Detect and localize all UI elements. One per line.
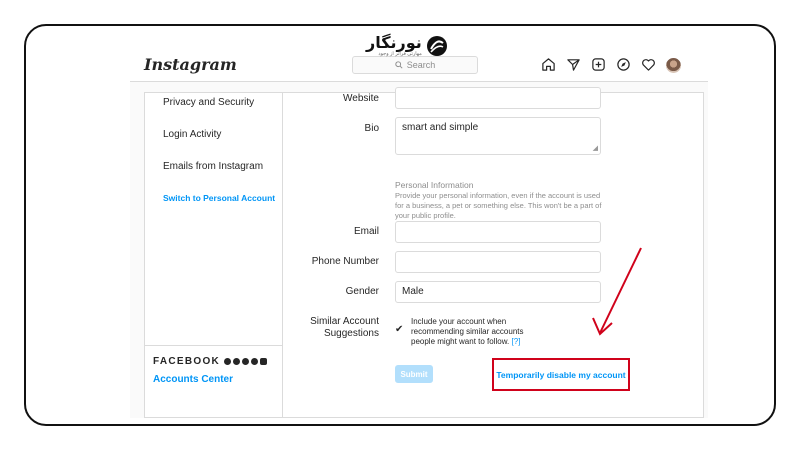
facebook-brand: FACEBOOK	[153, 356, 221, 367]
facebook-icon	[224, 358, 232, 365]
facebook-row: FACEBOOK	[153, 356, 268, 367]
watermark-logo: نورنگار مهارتی فراتر از وجود	[366, 29, 448, 63]
instagram-settings-screen: Instagram Search Privacy and Security Lo…	[130, 48, 708, 418]
bio-label: Bio	[364, 123, 379, 134]
instagram-icon	[242, 358, 250, 365]
new-post-icon[interactable]	[590, 56, 607, 73]
nav-icons	[540, 56, 682, 73]
screenshot-frame: نورنگار مهارتی فراتر از وجود Instagram S…	[24, 24, 776, 426]
email-label: Email	[353, 226, 379, 237]
meta-apps-icons	[224, 358, 268, 365]
gender-label: Gender	[345, 286, 379, 297]
email-field[interactable]	[395, 221, 601, 243]
profile-avatar[interactable]	[665, 56, 682, 73]
watermark-subtitle: مهارتی فراتر از وجود	[378, 51, 422, 57]
direct-icon[interactable]	[565, 56, 582, 73]
similar-account-label-line2: Suggestions	[323, 328, 379, 339]
similar-account-label: Similar Account Suggestions	[285, 316, 379, 340]
suggestions-help-link[interactable]: [?]	[512, 337, 521, 346]
settings-sidebar: Privacy and Security Login Activity Emai…	[145, 93, 283, 417]
suggestions-description: Include your account when recommending s…	[411, 317, 524, 346]
website-label: Website	[343, 93, 379, 104]
personal-info-title: Personal Information	[395, 180, 474, 190]
instagram-logo[interactable]: Instagram	[144, 55, 237, 74]
suggestions-text: Include your account when recommending s…	[411, 317, 547, 347]
phone-field[interactable]	[395, 251, 601, 273]
phone-label: Phone Number	[311, 256, 379, 267]
messenger-icon	[233, 358, 241, 365]
gender-field[interactable]: Male	[395, 281, 601, 303]
bio-field[interactable]: smart and simple ◢	[395, 117, 601, 155]
suggestions-checkbox[interactable]: ✔	[395, 324, 403, 335]
home-icon[interactable]	[540, 56, 557, 73]
sidebar-footer: FACEBOOK Accounts Center	[145, 345, 282, 418]
portal-icon	[260, 358, 268, 365]
accounts-center-link[interactable]: Accounts Center	[153, 374, 233, 385]
submit-button[interactable]: Submit	[395, 365, 433, 383]
watermark-emblem-icon	[426, 36, 447, 56]
whatsapp-icon	[251, 358, 259, 365]
activity-icon[interactable]	[640, 56, 657, 73]
resize-handle-icon[interactable]: ◢	[593, 144, 598, 152]
avatar	[666, 57, 681, 73]
website-field[interactable]	[395, 87, 601, 109]
sidebar-item-switch-personal[interactable]: Switch to Personal Account	[163, 193, 275, 203]
similar-account-label-line1: Similar Account	[310, 316, 379, 327]
bio-value: smart and simple	[402, 122, 479, 133]
personal-info-description: Provide your personal information, even …	[395, 191, 602, 220]
explore-icon[interactable]	[615, 56, 632, 73]
settings-card: Privacy and Security Login Activity Emai…	[144, 87, 704, 418]
watermark-title: نورنگار	[366, 33, 422, 52]
sidebar-item-privacy-security[interactable]: Privacy and Security	[163, 97, 254, 108]
sidebar-item-login-activity[interactable]: Login Activity	[163, 129, 221, 140]
sidebar-item-emails[interactable]: Emails from Instagram	[163, 161, 263, 172]
temporarily-disable-link[interactable]: Temporarily disable my account	[492, 358, 630, 391]
